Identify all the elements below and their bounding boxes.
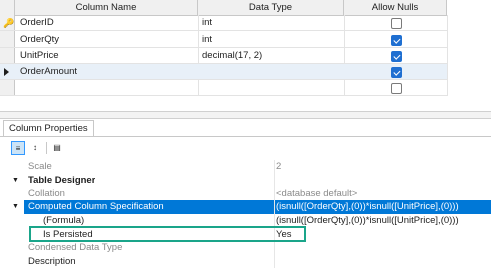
- property-value[interactable]: <database default>: [276, 187, 491, 201]
- property-value[interactable]: [276, 241, 491, 255]
- current-row-arrow-icon: [4, 68, 9, 76]
- property-row-selected[interactable]: ▼ Computed Column Specification (isnull(…: [0, 200, 491, 214]
- property-row[interactable]: Description: [0, 255, 491, 269]
- column-name-cell[interactable]: UnitPrice: [20, 48, 196, 64]
- property-name: Description: [28, 256, 76, 267]
- collapse-icon[interactable]: ▼: [12, 200, 22, 214]
- allow-nulls-checkbox[interactable]: [391, 67, 402, 78]
- columns-grid: Column Name Data Type Allow Nulls 🔑 Orde…: [0, 0, 491, 96]
- header-column-name[interactable]: Column Name: [15, 0, 198, 15]
- property-value[interactable]: (isnull([OrderQty],(0))*isnull([UnitPric…: [276, 214, 491, 228]
- property-row[interactable]: Condensed Data Type: [0, 241, 491, 255]
- table-row-new[interactable]: [0, 80, 447, 96]
- property-value[interactable]: [276, 255, 491, 269]
- properties-toolbar: ≡ ↕ ▤: [0, 138, 491, 158]
- property-grid: Scale 2 ▼ Table Designer Collation <data…: [0, 160, 491, 268]
- property-name: Condensed Data Type: [28, 242, 123, 253]
- table-row[interactable]: 🔑 OrderID int: [0, 15, 447, 31]
- data-type-cell[interactable]: [202, 80, 342, 96]
- property-pages-icon[interactable]: ▤: [50, 141, 64, 155]
- header-corner: [0, 0, 15, 15]
- grid-header: Column Name Data Type Allow Nulls: [0, 0, 447, 16]
- data-type-cell[interactable]: [202, 64, 342, 80]
- alphabetical-icon[interactable]: ↕: [28, 141, 42, 155]
- property-value[interactable]: Yes: [276, 228, 491, 242]
- column-name-cell[interactable]: OrderQty: [20, 32, 196, 48]
- column-name-cell[interactable]: OrderAmount: [20, 64, 196, 80]
- allow-nulls-checkbox[interactable]: [391, 83, 402, 94]
- primary-key-icon: 🔑: [3, 18, 15, 28]
- category-table-designer[interactable]: ▼ Table Designer: [0, 174, 491, 188]
- column-name-cell[interactable]: [20, 80, 196, 96]
- property-name: Collation: [28, 188, 65, 199]
- property-value[interactable]: 2: [276, 160, 491, 174]
- allow-nulls-checkbox[interactable]: [391, 18, 402, 29]
- property-row[interactable]: Collation <database default>: [0, 187, 491, 201]
- tab-column-properties[interactable]: Column Properties: [3, 120, 94, 137]
- column-name-cell[interactable]: OrderID: [20, 15, 196, 31]
- header-allow-nulls[interactable]: Allow Nulls: [344, 0, 447, 15]
- category-name: Table Designer: [28, 175, 96, 186]
- toolbar-separator: [46, 142, 47, 154]
- header-data-type[interactable]: Data Type: [198, 0, 344, 15]
- property-value[interactable]: (isnull([OrderQty],(0))*isnull([UnitPric…: [276, 200, 491, 214]
- collapse-icon[interactable]: ▼: [12, 174, 22, 188]
- table-row[interactable]: UnitPrice decimal(17, 2): [0, 48, 447, 64]
- pane-splitter[interactable]: [0, 111, 491, 119]
- property-row[interactable]: Scale 2: [0, 160, 491, 174]
- tab-underline: [0, 136, 491, 137]
- property-name: Scale: [28, 161, 52, 172]
- data-type-cell[interactable]: decimal(17, 2): [202, 48, 342, 64]
- table-row-current[interactable]: OrderAmount: [0, 64, 447, 80]
- data-type-cell[interactable]: int: [202, 32, 342, 48]
- highlight-annotation-box: [29, 226, 306, 242]
- grid-divider: [447, 15, 448, 96]
- data-type-cell[interactable]: int: [202, 15, 342, 31]
- property-name: Computed Column Specification: [24, 200, 278, 214]
- allow-nulls-checkbox[interactable]: [391, 35, 402, 46]
- property-column-divider: [274, 160, 275, 268]
- table-row[interactable]: OrderQty int: [0, 32, 447, 48]
- allow-nulls-checkbox[interactable]: [391, 51, 402, 62]
- categorized-icon[interactable]: ≡: [11, 141, 25, 155]
